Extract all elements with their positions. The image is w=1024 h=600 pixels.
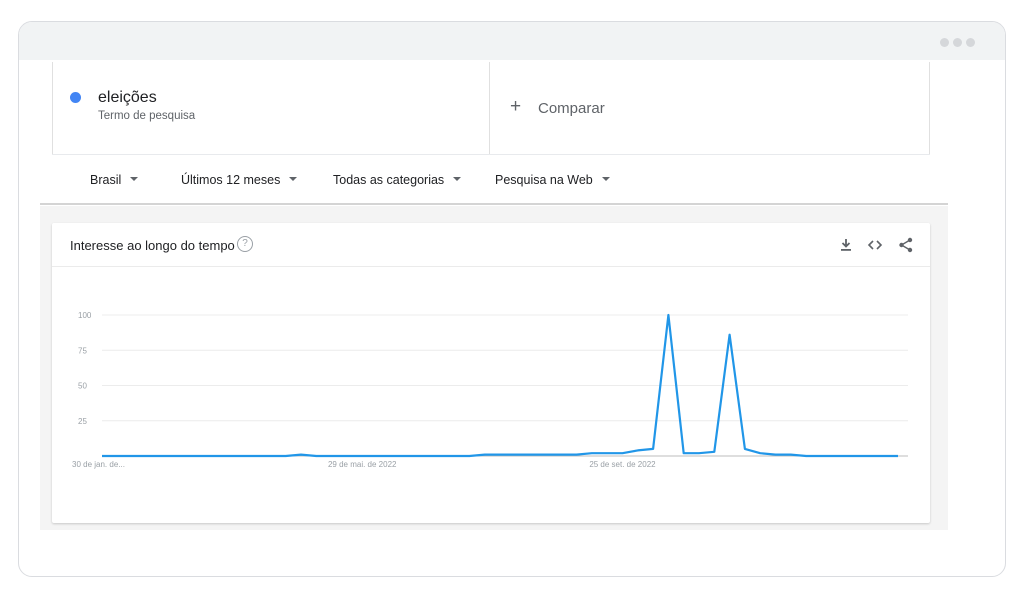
window-dot-icon[interactable] (966, 38, 975, 47)
filter-region-label: Brasil (90, 173, 122, 187)
dropdown-caret-icon (453, 176, 462, 181)
x-tick-label: 29 de mai. de 2022 (328, 460, 397, 469)
y-tick-label: 25 (78, 417, 87, 426)
filter-category-label: Todas as categorias (333, 173, 445, 187)
filter-search-type[interactable]: Pesquisa na Web (495, 173, 610, 187)
window-titlebar (19, 22, 1005, 60)
share-icon[interactable] (897, 236, 915, 254)
dropdown-caret-icon (130, 176, 139, 181)
window-dot-icon[interactable] (940, 38, 949, 47)
window-controls[interactable] (940, 38, 975, 47)
dropdown-caret-icon (601, 176, 610, 181)
filter-period[interactable]: Últimos 12 meses (181, 173, 298, 187)
dropdown-caret-icon (289, 176, 298, 181)
search-term-type: Termo de pesquisa (98, 110, 196, 122)
x-tick-label: 30 de jan. de... (72, 460, 125, 469)
x-tick-label: 25 de set. de 2022 (589, 460, 656, 469)
embed-icon[interactable] (866, 236, 884, 254)
window-dot-icon[interactable] (953, 38, 962, 47)
interest-line-chart: 25 50 75 100 30 de jan. de... 29 de mai. de 2… (72, 311, 908, 469)
download-icon[interactable] (837, 236, 855, 254)
search-term-name[interactable]: eleições (98, 89, 157, 107)
search-term-card[interactable]: eleições Termo de pesquisa (52, 62, 490, 154)
interest-over-time-card: Interesse ao longo do tempo ? 25 50 75 100 3… (52, 223, 930, 523)
card-header: Interesse ao longo do tempo ? (52, 223, 930, 267)
plus-icon[interactable]: + (510, 97, 521, 116)
y-tick-label: 50 (78, 382, 87, 391)
y-tick-label: 75 (78, 346, 87, 355)
filter-region[interactable]: Brasil (90, 173, 139, 187)
filters-bar: Brasil Últimos 12 meses Todas as categor… (40, 155, 948, 205)
search-terms-bar: eleições Termo de pesquisa + Comparar (52, 62, 930, 155)
y-tick-label: 100 (78, 311, 92, 320)
filter-period-label: Últimos 12 meses (181, 173, 281, 187)
term-color-dot-icon (70, 92, 81, 103)
compare-button[interactable]: Comparar (538, 100, 605, 117)
filter-category[interactable]: Todas as categorias (333, 173, 462, 187)
filter-search-type-label: Pesquisa na Web (495, 173, 593, 187)
help-icon[interactable]: ? (237, 236, 253, 252)
content-area: Interesse ao longo do tempo ? 25 50 75 100 3… (40, 206, 948, 530)
card-title: Interesse ao longo do tempo (70, 238, 235, 253)
compare-card[interactable]: + Comparar (490, 62, 930, 154)
